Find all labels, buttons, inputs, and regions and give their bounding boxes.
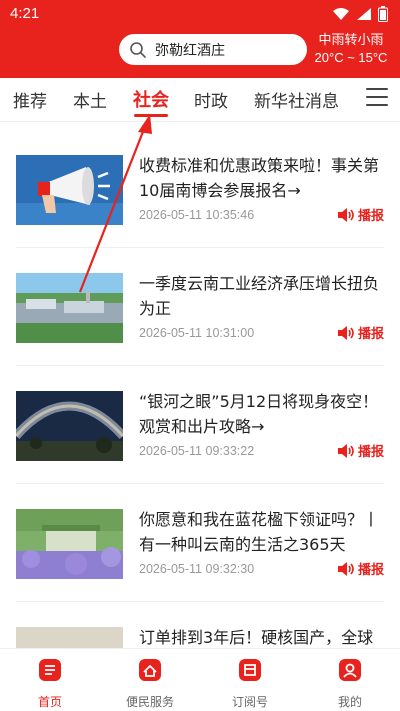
broadcast-button[interactable]: 播报 [337,205,384,224]
list-item[interactable]: 订单排到3年后！硬核国产，全球 [0,627,400,648]
article-time: 2026-05-11 10:31:00 [139,326,255,340]
article-thumbnail [16,509,123,579]
nav-home-label: 首页 [37,695,62,709]
divider [16,601,384,602]
app-header: 4:21 弥勒红酒庄 中雨转小雨 20°C ~ 15°C [0,0,400,78]
tab-society[interactable]: 社会 [133,86,169,112]
article-title: “银河之眼”5月12日将现身夜空！观赏和出片攻略→ [139,392,379,436]
nav-profile[interactable]: 我的 [310,657,390,710]
list-item[interactable]: “银河之眼”5月12日将现身夜空！观赏和出片攻略→ 2026-05-11 09:… [0,391,400,509]
article-thumbnail [16,391,123,461]
broadcast-label: 播报 [357,327,384,342]
list-item[interactable]: 你愿意和我在蓝花楹下领证吗？丨有一种叫云南的生活之365天 2026-05-11… [0,509,400,627]
nav-home[interactable]: 首页 [10,657,90,710]
status-time: 4:21 [10,5,40,22]
speaker-icon [337,325,354,340]
nav-subscriptions-label: 订阅号 [231,695,268,709]
weather-temperature: 20°C ~ 15°C [314,50,388,65]
nav-profile-label: 我的 [337,695,362,709]
nav-services[interactable]: 便民服务 [110,657,190,710]
nav-services-label: 便民服务 [125,695,174,709]
broadcast-label: 播报 [357,563,384,578]
status-icons [332,6,388,22]
service-icon [139,659,161,681]
status-bar: 4:21 [0,0,400,28]
broadcast-button[interactable]: 播报 [337,441,384,460]
article-time: 2026-05-11 10:35:46 [139,208,255,222]
tab-local[interactable]: 本土 [73,87,107,112]
article-title: 收费标准和优惠政策来啦！事关第10届南博会参展报名→ [139,156,380,200]
article-thumbnail [16,155,123,225]
weather-condition: 中雨转小雨 [318,33,384,48]
divider [16,483,384,484]
broadcast-button[interactable]: 播报 [337,323,384,342]
divider [16,365,384,366]
wifi-icon [333,8,349,20]
active-tab-indicator [134,114,168,117]
channel-menu-icon[interactable] [366,88,388,108]
divider [16,247,384,248]
subscription-icon [239,659,261,681]
article-thumbnail [16,273,123,343]
list-item[interactable]: 一季度云南工业经济承压增长扭负为正 2026-05-11 10:31:00 播报 [0,273,400,391]
category-tabs: 推荐 本土 社会 时政 新华社消息 [0,78,400,122]
search-input[interactable]: 弥勒红酒庄 [119,34,307,65]
tab-xinhua-news[interactable]: 新华社消息 [254,87,339,112]
signal-icon [357,8,371,20]
article-title: 订单排到3年后！硬核国产，全球 [139,628,374,647]
tab-recommend[interactable]: 推荐 [13,87,47,112]
article-title: 一季度云南工业经济承压增长扭负为正 [139,274,380,318]
search-text: 弥勒红酒庄 [155,42,225,59]
broadcast-label: 播报 [357,445,384,460]
speaker-icon [337,207,354,222]
broadcast-button[interactable]: 播报 [337,559,384,578]
profile-icon [339,659,361,681]
article-title: 你愿意和我在蓝花楹下领证吗？丨有一种叫云南的生活之365天 [139,510,380,554]
battery-icon [378,6,388,22]
search-icon [130,41,146,58]
article-time: 2026-05-11 09:32:30 [139,562,255,576]
speaker-icon [337,443,354,458]
list-item[interactable]: 收费标准和优惠政策来啦！事关第10届南博会参展报名→ 2026-05-11 10… [0,155,400,273]
article-time: 2026-05-11 09:33:22 [139,444,255,458]
tab-politics[interactable]: 时政 [194,87,228,112]
speaker-icon [337,561,354,576]
bottom-nav: 首页 便民服务 订阅号 我的 [0,648,400,711]
article-thumbnail [16,627,123,648]
nav-subscriptions[interactable]: 订阅号 [210,657,290,710]
weather-widget[interactable]: 中雨转小雨 20°C ~ 15°C [310,32,392,66]
home-icon [39,659,61,681]
broadcast-label: 播报 [357,209,384,224]
